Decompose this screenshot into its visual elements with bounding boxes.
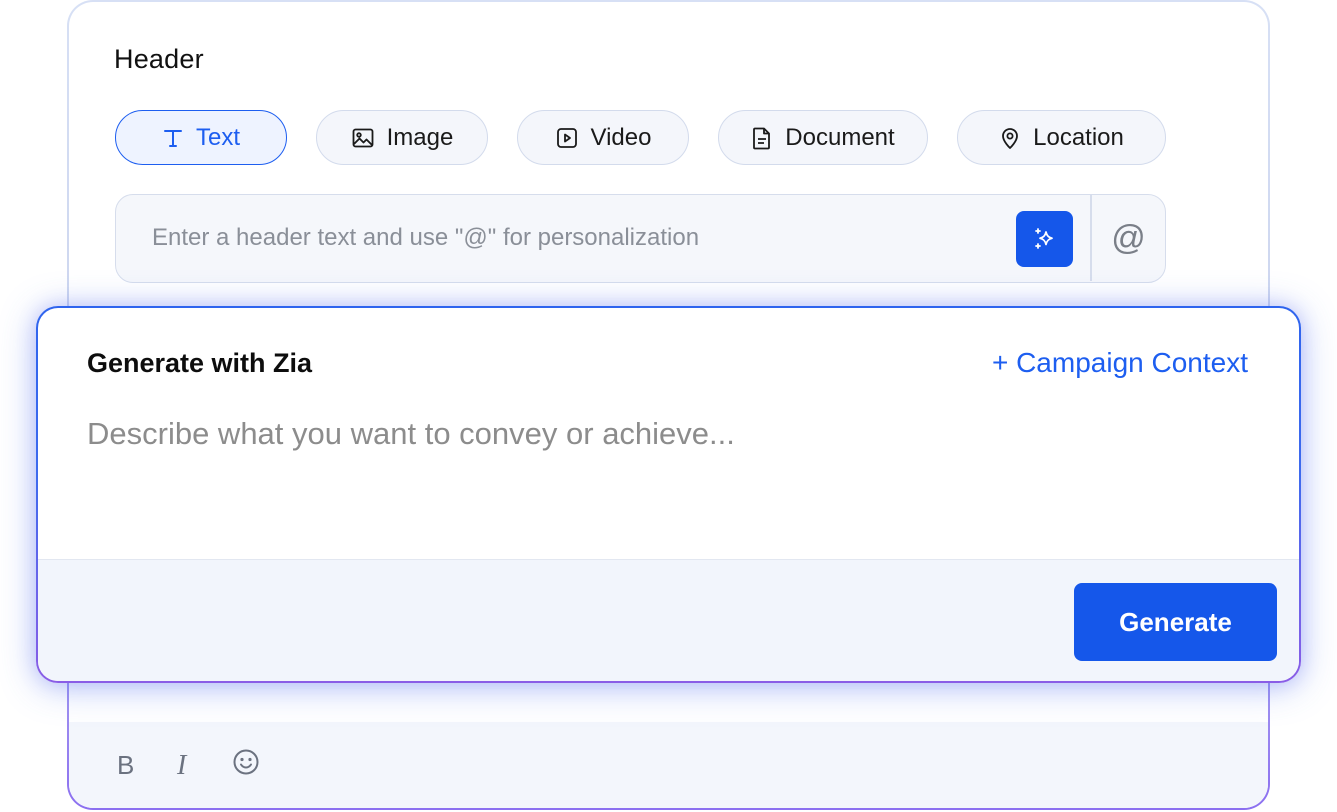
- at-icon: @: [1111, 218, 1146, 257]
- location-icon: [1002, 127, 1019, 149]
- zia-generate-panel: Generate with Zia + Campaign Context Gen…: [36, 306, 1301, 683]
- campaign-context-link[interactable]: + Campaign Context: [992, 347, 1248, 379]
- video-icon: [556, 127, 577, 148]
- personalization-button[interactable]: @: [1092, 195, 1165, 281]
- header-type-document[interactable]: Document: [718, 110, 928, 165]
- header-type-label: Document: [785, 123, 895, 151]
- panel-footer: Generate: [38, 559, 1299, 681]
- header-type-label: Text: [195, 123, 240, 151]
- italic-button[interactable]: I: [177, 750, 186, 782]
- emoji-button[interactable]: [232, 748, 260, 776]
- document-icon: [753, 127, 771, 149]
- header-text-field: @: [115, 194, 1166, 283]
- ai-suggest-button[interactable]: [1016, 211, 1073, 267]
- header-type-label: Location: [1033, 123, 1124, 151]
- header-type-text[interactable]: Text: [115, 110, 287, 165]
- header-type-video[interactable]: Video: [517, 110, 689, 165]
- bold-icon: B: [117, 750, 135, 780]
- panel-title: Generate with Zia: [87, 348, 313, 378]
- emoji-icon: [233, 749, 259, 775]
- text-icon: [163, 129, 182, 147]
- italic-icon: I: [177, 750, 187, 781]
- header-text-input[interactable]: [116, 195, 1016, 281]
- header-type-location[interactable]: Location: [957, 110, 1166, 165]
- header-type-image[interactable]: Image: [316, 110, 488, 165]
- zia-prompt-input[interactable]: [87, 416, 1247, 546]
- generate-button[interactable]: Generate: [1074, 583, 1277, 661]
- bold-button[interactable]: B: [117, 750, 134, 781]
- header-type-label: Image: [386, 123, 454, 151]
- formatting-toolbar: B I: [69, 722, 1268, 808]
- header-type-label: Video: [590, 123, 652, 151]
- section-title: Header: [114, 44, 204, 74]
- image-icon: [352, 128, 374, 147]
- sparkle-icon: [1034, 228, 1053, 249]
